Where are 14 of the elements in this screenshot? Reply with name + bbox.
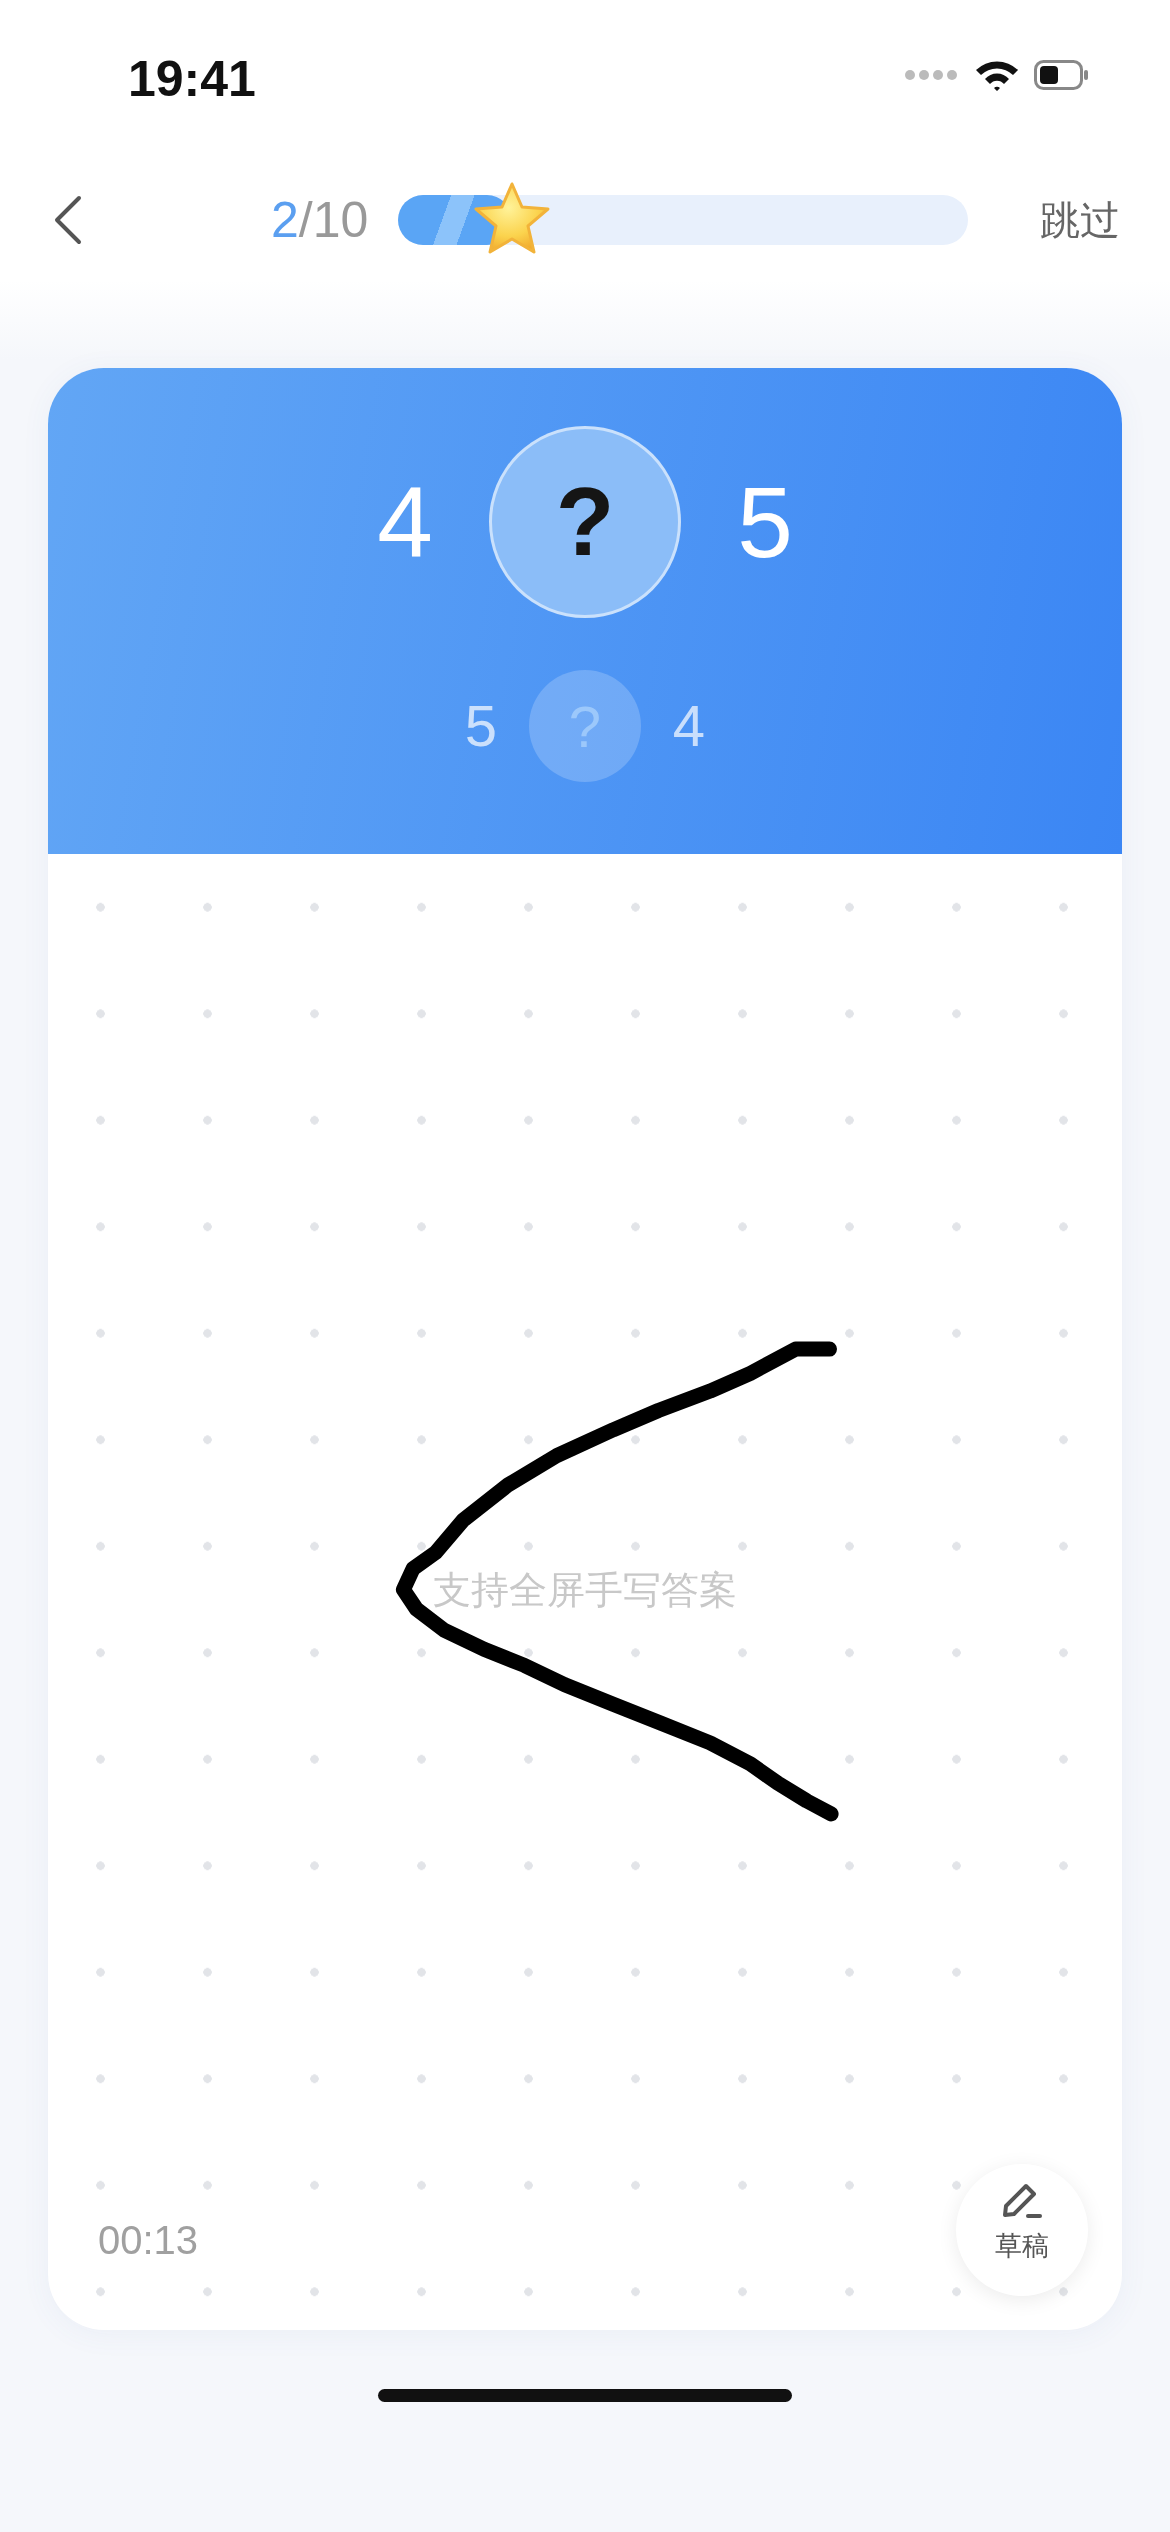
number-text: 4	[376, 472, 434, 572]
hint-blank: ?	[529, 670, 641, 782]
number-text: 5	[463, 697, 499, 755]
progress-count: 2/10	[271, 195, 369, 245]
answer-blank: ?	[489, 426, 681, 618]
cellular-signal-icon	[904, 69, 960, 81]
skip-button[interactable]: 跳过	[1040, 190, 1120, 250]
timer-text: 00:13	[98, 2217, 199, 2264]
number-text: 5	[736, 472, 794, 572]
wifi-icon	[974, 58, 1020, 92]
status-time: 19:41	[128, 54, 256, 109]
battery-icon	[1034, 60, 1090, 90]
draft-button[interactable]: 草稿	[956, 2164, 1088, 2296]
number-text: 4	[671, 697, 707, 755]
